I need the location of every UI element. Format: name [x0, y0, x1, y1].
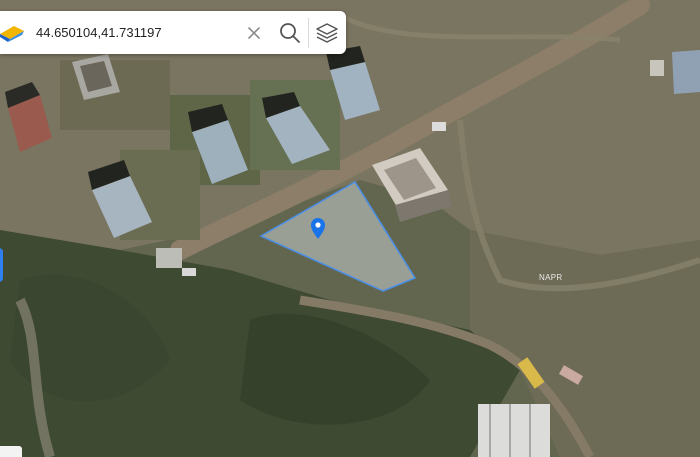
close-icon: [248, 26, 260, 39]
search-icon: [280, 22, 300, 43]
clear-button[interactable]: [236, 15, 272, 51]
side-panel-tab[interactable]: [0, 248, 3, 282]
vehicle: [432, 122, 446, 131]
layers-button[interactable]: [309, 15, 345, 51]
shed: [156, 248, 182, 268]
layers-icon: [316, 22, 338, 43]
building-under-construction: [478, 404, 550, 457]
map-label-napr: NAPR: [539, 273, 563, 282]
search-button[interactable]: [272, 15, 308, 51]
satellite-map[interactable]: [0, 0, 700, 457]
search-bar: 44.650104,41.731197: [0, 11, 346, 54]
search-input[interactable]: 44.650104,41.731197: [36, 25, 232, 40]
vehicle: [182, 268, 196, 276]
map-attribution: [0, 446, 22, 457]
app-logo-icon: [0, 20, 26, 46]
